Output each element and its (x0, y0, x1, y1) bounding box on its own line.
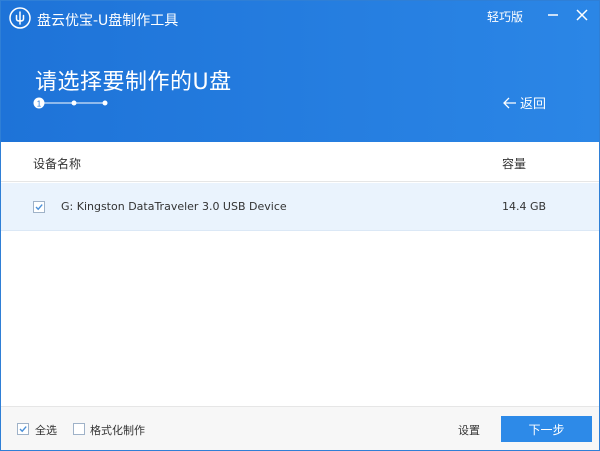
minimize-icon[interactable] (544, 6, 562, 24)
checkbox-checked-icon (19, 426, 27, 433)
column-header-capacity: 容量 (502, 157, 527, 171)
app-window: 盘云优宝-U盘制作工具 轻巧版 请选择要制作的U盘 1 返回 设备名称 容量 G… (0, 0, 600, 451)
table-header: 设备名称 容量 (1, 142, 599, 182)
step-progress: 1 (33, 97, 108, 109)
format-label[interactable]: 格式化制作 (90, 422, 145, 438)
app-title: 盘云优宝-U盘制作工具 (37, 13, 179, 29)
format-checkbox[interactable] (73, 423, 85, 435)
checkbox-checked-icon (35, 204, 43, 211)
usb-logo-icon (9, 7, 31, 29)
select-all-label[interactable]: 全选 (35, 422, 57, 438)
table-row[interactable]: G: Kingston DataTraveler 3.0 USB Device … (1, 183, 599, 231)
close-icon[interactable] (573, 6, 591, 24)
back-button[interactable]: 返回 (503, 93, 546, 112)
column-header-name: 设备名称 (33, 157, 82, 171)
settings-link[interactable]: 设置 (458, 422, 480, 438)
step-dot-3 (102, 100, 108, 106)
row-checkbox[interactable] (33, 201, 45, 213)
step-number: 1 (37, 99, 42, 108)
device-capacity: 14.4 GB (502, 200, 547, 213)
back-arrow-icon (503, 97, 516, 108)
step-title: 请选择要制作的U盘 (35, 70, 232, 95)
device-name: G: Kingston DataTraveler 3.0 USB Device (61, 200, 287, 213)
edition-label: 轻巧版 (487, 10, 524, 24)
footer-bar: 全选 格式化制作 设置 下一步 (1, 406, 599, 450)
header: 盘云优宝-U盘制作工具 轻巧版 请选择要制作的U盘 1 返回 (1, 1, 599, 142)
select-all-checkbox[interactable] (17, 423, 29, 435)
back-label: 返回 (520, 97, 547, 112)
next-step-button[interactable]: 下一步 (501, 416, 592, 442)
step-dot-2 (71, 100, 77, 106)
